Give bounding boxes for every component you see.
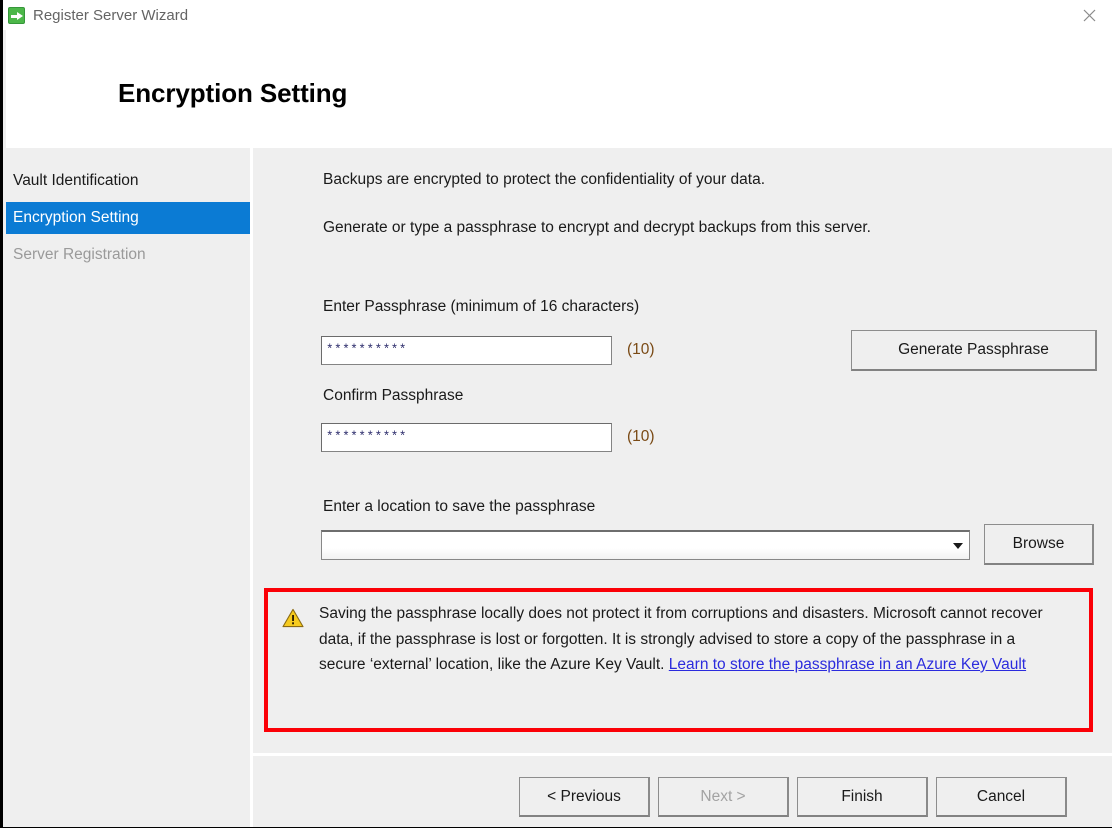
window-title: Register Server Wizard xyxy=(33,6,189,24)
azure-key-vault-link[interactable]: Learn to store the passphrase in an Azur… xyxy=(669,656,1026,673)
page-title: Encryption Setting xyxy=(118,78,348,108)
sidebar-item-label: Vault Identification xyxy=(13,172,139,189)
body-area: Vault Identification Encryption Setting … xyxy=(6,148,1112,827)
chevron-down-icon[interactable] xyxy=(947,532,969,559)
sidebar-item-vault-identification[interactable]: Vault Identification xyxy=(6,165,250,197)
enter-passphrase-input[interactable]: ********** xyxy=(321,336,612,365)
register-server-wizard-window: Register Server Wizard Encryption Settin… xyxy=(0,0,1112,828)
location-label: Enter a location to save the passphrase xyxy=(323,498,596,515)
wizard-step-sidebar: Vault Identification Encryption Setting … xyxy=(6,148,250,827)
cancel-button[interactable]: Cancel xyxy=(936,777,1067,817)
header-band: Encryption Setting xyxy=(6,30,1112,148)
confirm-passphrase-label: Confirm Passphrase xyxy=(323,387,464,404)
next-button: Next > xyxy=(658,777,789,817)
confirm-passphrase-input[interactable]: ********** xyxy=(321,423,612,452)
warning-triangle-icon xyxy=(282,608,304,628)
browse-button[interactable]: Browse xyxy=(984,524,1094,565)
location-combobox[interactable] xyxy=(321,530,970,560)
title-bar: Register Server Wizard xyxy=(3,0,1112,30)
green-arrow-icon xyxy=(8,6,25,24)
warning-callout: Saving the passphrase locally does not p… xyxy=(264,588,1093,732)
close-icon[interactable] xyxy=(1066,0,1112,30)
enter-passphrase-label: Enter Passphrase (minimum of 16 characte… xyxy=(323,298,640,315)
enter-passphrase-count: (10) xyxy=(627,341,655,358)
confirm-passphrase-count: (10) xyxy=(627,428,655,445)
sidebar-item-encryption-setting[interactable]: Encryption Setting xyxy=(6,202,250,234)
intro-text-line-2: Generate or type a passphrase to encrypt… xyxy=(323,219,871,236)
footer-button-bar: < Previous Next > Finish Cancel xyxy=(253,756,1112,827)
content-panel: Backups are encrypted to protect the con… xyxy=(253,148,1112,827)
warning-text: Saving the passphrase locally does not p… xyxy=(319,601,1064,678)
intro-text-line-1: Backups are encrypted to protect the con… xyxy=(323,171,766,188)
finish-button[interactable]: Finish xyxy=(797,777,928,817)
sidebar-item-label: Server Registration xyxy=(13,246,146,263)
previous-button[interactable]: < Previous xyxy=(519,777,650,817)
sidebar-item-label: Encryption Setting xyxy=(13,209,139,226)
generate-passphrase-button[interactable]: Generate Passphrase xyxy=(851,330,1097,371)
sidebar-item-server-registration[interactable]: Server Registration xyxy=(6,239,250,271)
